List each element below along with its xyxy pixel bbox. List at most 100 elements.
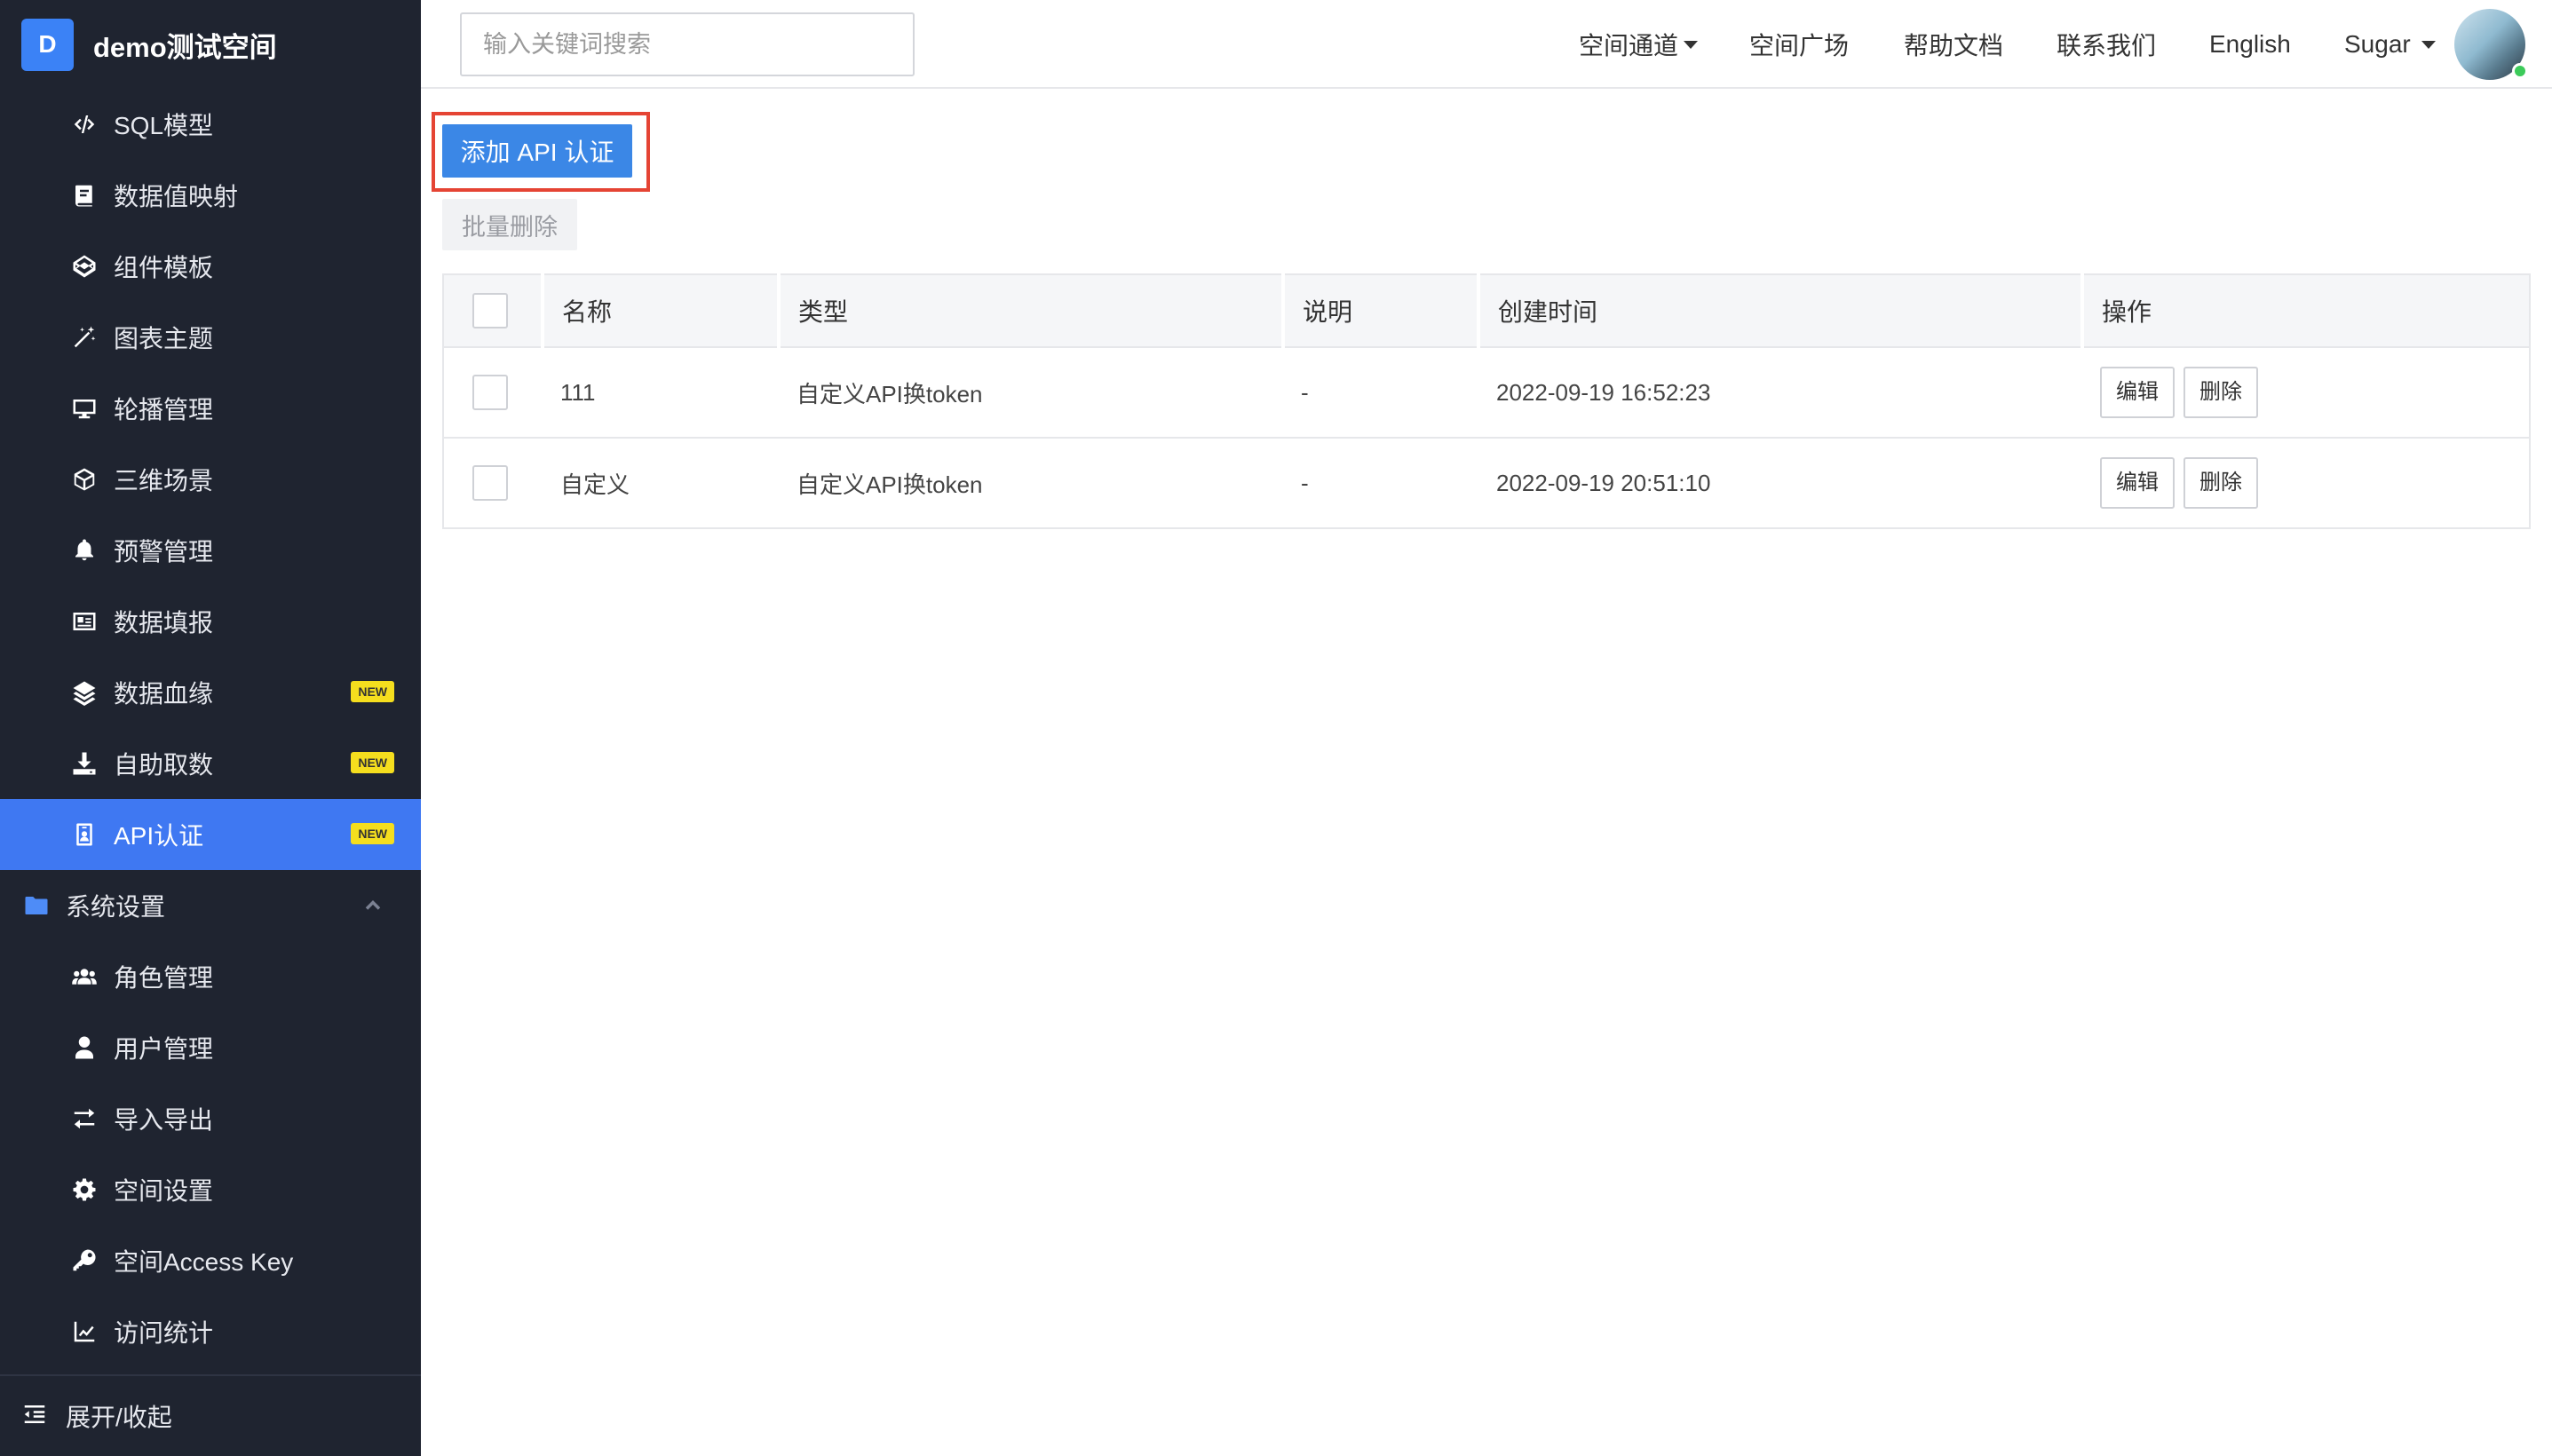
sidebar-item-label: 数据填报 <box>114 609 214 637</box>
sidebar-item-label: API认证 <box>114 822 204 850</box>
select-all-cell <box>443 274 544 347</box>
chevron-up-icon[interactable] <box>361 893 385 918</box>
key-icon <box>69 1246 99 1276</box>
top-header: 空间通道 空间广场 帮助文档 联系我们 English Sugar <box>421 0 2552 89</box>
nav-contact-us[interactable]: 联系我们 <box>2057 0 2156 89</box>
nav-space-plaza[interactable]: 空间广场 <box>1749 0 1849 89</box>
nav-label: 联系我们 <box>2057 32 2157 59</box>
sidebar-item-roles[interactable]: 角色管理 <box>0 941 421 1012</box>
delete-button[interactable]: 删除 <box>2183 367 2258 418</box>
online-status-dot <box>2512 63 2528 79</box>
sidebar-item-label: 自助取数 <box>114 751 214 779</box>
sidebar-item-data-report[interactable]: 数据填报 <box>0 586 421 657</box>
line-chart-icon <box>69 1317 99 1347</box>
cell-actions: 编辑 删除 <box>2082 437 2530 528</box>
sidebar-group-label: 系统设置 <box>66 893 166 921</box>
sidebar-item-label: 用户管理 <box>114 1035 214 1063</box>
delete-button[interactable]: 删除 <box>2183 457 2258 509</box>
sidebar-collapse-toggle[interactable]: 展开/收起 <box>0 1374 421 1456</box>
add-api-auth-button[interactable]: 添加 API 认证 <box>442 124 632 178</box>
sidebar-item-chart-theme[interactable]: 图表主题 <box>0 302 421 373</box>
search-input[interactable] <box>460 12 915 76</box>
cell-created-time: 2022-09-19 16:52:23 <box>1478 346 2082 438</box>
nav-label: 帮助文档 <box>1904 32 2004 59</box>
indent-icon <box>21 1401 52 1431</box>
brand[interactable]: D demo测试空间 <box>0 0 421 89</box>
cell-actions: 编辑 删除 <box>2082 346 2530 438</box>
sidebar: D demo测试空间 SQL模型 数据值映射 组件模板 图表主题 轮播管理 三维… <box>0 0 421 1456</box>
brand-logo: D <box>21 18 74 71</box>
bell-icon <box>69 535 99 566</box>
api-auth-table: 名称 类型 说明 创建时间 操作 111 自定义API换token - 2022… <box>442 273 2531 529</box>
nav-space-channel[interactable]: 空间通道 <box>1579 0 1699 89</box>
sidebar-item-visit-stats[interactable]: 访问统计 <box>0 1296 421 1367</box>
new-badge: NEW <box>351 823 394 844</box>
sidebar-item-label: 数据血缘 <box>114 680 214 708</box>
cube-icon <box>69 464 99 495</box>
sidebar-item-access-key[interactable]: 空间Access Key <box>0 1225 421 1296</box>
bulk-delete-button[interactable]: 批量删除 <box>442 199 577 250</box>
table-row: 111 自定义API换token - 2022-09-19 16:52:23 编… <box>443 346 2530 438</box>
edit-button[interactable]: 编辑 <box>2100 457 2175 509</box>
sidebar-item-label: 预警管理 <box>114 538 214 566</box>
sidebar-item-import-export[interactable]: 导入导出 <box>0 1083 421 1154</box>
column-header-description[interactable]: 说明 <box>1283 274 1480 347</box>
row-checkbox[interactable] <box>472 465 508 501</box>
cell-type: 自定义API换token <box>779 437 1283 528</box>
sidebar-item-label: 组件模板 <box>114 254 214 281</box>
magic-wand-icon <box>69 322 99 352</box>
exchange-icon <box>69 1104 99 1134</box>
cog-icon <box>69 1175 99 1205</box>
id-card-icon <box>69 606 99 637</box>
user-name: Sugar <box>2344 30 2411 58</box>
sidebar-item-label: 三维场景 <box>114 467 214 495</box>
sidebar-item-3d-scene[interactable]: 三维场景 <box>0 444 421 515</box>
sidebar-group-system-settings[interactable]: 系统设置 <box>0 870 421 941</box>
sidebar-item-users[interactable]: 用户管理 <box>0 1012 421 1083</box>
caret-down-icon <box>1684 40 1699 49</box>
nav-help-docs[interactable]: 帮助文档 <box>1904 0 2003 89</box>
sidebar-item-api-auth[interactable]: API认证 NEW <box>0 799 421 870</box>
edit-button[interactable]: 编辑 <box>2100 367 2175 418</box>
brand-name: demo测试空间 <box>93 31 277 63</box>
column-header-created-time[interactable]: 创建时间 <box>1478 274 2084 347</box>
sidebar-item-label: 轮播管理 <box>114 396 214 423</box>
sidebar-item-component-template[interactable]: 组件模板 <box>0 231 421 302</box>
nav-label: 空间广场 <box>1749 32 1850 59</box>
folder-icon <box>21 890 52 921</box>
codepen-icon <box>69 251 99 281</box>
sidebar-item-value-mapping[interactable]: 数据值映射 <box>0 160 421 231</box>
nav-label: 空间通道 <box>1579 32 1679 59</box>
sidebar-item-self-service[interactable]: 自助取数 NEW <box>0 728 421 799</box>
cell-created-time: 2022-09-19 20:51:10 <box>1478 437 2082 528</box>
select-all-checkbox[interactable] <box>472 293 508 328</box>
row-checkbox[interactable] <box>472 375 508 410</box>
sidebar-item-lineage[interactable]: 数据血缘 NEW <box>0 657 421 728</box>
row-select-cell <box>443 346 543 438</box>
sidebar-menu: SQL模型 数据值映射 组件模板 图表主题 轮播管理 三维场景 预警管理 数据填… <box>0 89 421 1367</box>
column-header-name[interactable]: 名称 <box>543 274 781 347</box>
sidebar-item-carousel[interactable]: 轮播管理 <box>0 373 421 444</box>
user-menu[interactable]: Sugar <box>2344 0 2436 89</box>
column-header-type[interactable]: 类型 <box>779 274 1285 347</box>
row-select-cell <box>443 437 543 528</box>
sidebar-item-label: SQL模型 <box>114 112 214 139</box>
layers-icon <box>69 677 99 708</box>
new-badge: NEW <box>351 681 394 702</box>
user-icon <box>69 1033 99 1063</box>
table-header-row: 名称 类型 说明 创建时间 操作 <box>443 274 2530 347</box>
sidebar-item-sql-model[interactable]: SQL模型 <box>0 89 421 160</box>
cell-description: - <box>1283 346 1478 438</box>
column-header-actions: 操作 <box>2082 274 2530 347</box>
sidebar-item-alert[interactable]: 预警管理 <box>0 515 421 586</box>
nav-language-english[interactable]: English <box>2209 0 2291 89</box>
sidebar-item-label: 空间设置 <box>114 1177 214 1205</box>
cell-description: - <box>1283 437 1478 528</box>
new-badge: NEW <box>351 752 394 773</box>
cell-name: 自定义 <box>543 437 779 528</box>
cell-name: 111 <box>543 346 779 438</box>
sidebar-item-label: 导入导出 <box>114 1106 214 1134</box>
sidebar-footer-label: 展开/收起 <box>66 1404 172 1431</box>
sidebar-item-space-settings[interactable]: 空间设置 <box>0 1154 421 1225</box>
table-row: 自定义 自定义API换token - 2022-09-19 20:51:10 编… <box>443 437 2530 528</box>
